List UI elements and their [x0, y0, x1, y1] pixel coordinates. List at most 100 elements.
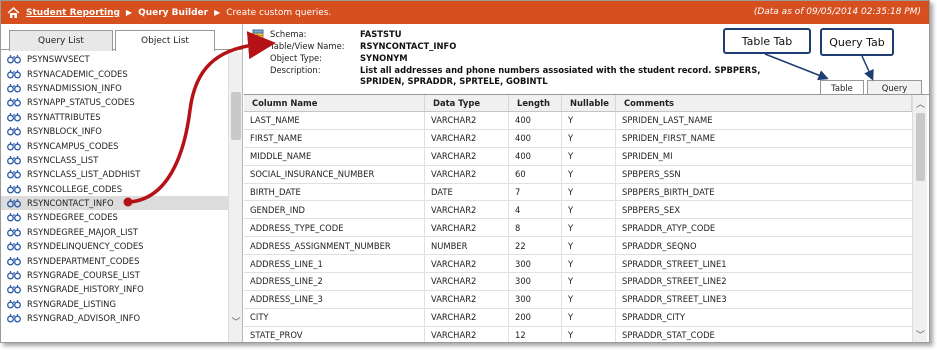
cell-column-name: MIDDLE_NAME	[244, 147, 425, 165]
cell-nullable: Y	[562, 237, 616, 255]
object-list-item[interactable]: RSYNCLASS_LIST	[1, 153, 228, 167]
object-list-item[interactable]: RSYNACADEMIC_CODES	[1, 66, 228, 80]
object-list-item[interactable]: RSYNAPP_STATUS_CODES	[1, 95, 228, 109]
object-list-item-label: RSYNGRADE_COURSE_LIST	[27, 270, 140, 281]
object-list-item[interactable]: RSYNCAMPUS_CODES	[1, 138, 228, 152]
cell-column-name: LAST_NAME	[244, 112, 425, 129]
breadcrumb-separator-icon: ▶	[125, 8, 133, 17]
scrollbar-thumb[interactable]	[231, 92, 241, 140]
tab-query-list[interactable]: Query List	[9, 30, 113, 51]
object-list-scrollbar[interactable]: ︿ ﹀	[228, 52, 243, 342]
object-list-item-label: RSYNDEGREE_MAJOR_LIST	[27, 226, 138, 237]
table-row[interactable]: BIRTH_DATE DATE 7 Y SPBPERS_BIRTH_DATE	[244, 183, 912, 202]
cell-comments: SPBPERS_SEX	[622, 204, 681, 215]
object-list-item[interactable]: RSYNDELINQUENCY_CODES	[1, 239, 228, 253]
header-length[interactable]: Length	[509, 95, 562, 111]
object-list-item[interactable]: RSYNGRAD_ADVISOR_INFO	[1, 311, 228, 325]
breadcrumb-separator-icon: ▶	[214, 8, 221, 17]
cell-nullable: Y	[562, 255, 616, 273]
header-column-name[interactable]: Column Name	[244, 95, 425, 111]
cell-length: 400	[509, 112, 562, 129]
header-data-type[interactable]: Data Type	[425, 95, 509, 111]
synonym-icon	[7, 271, 21, 280]
table-row[interactable]: STATE_PROV VARCHAR2 12 Y SPRADDR_STAT_CODE	[244, 326, 912, 342]
cell-nullable: Y	[562, 326, 616, 342]
object-list-item[interactable]: RSYNDEGREE_CODES	[1, 210, 228, 224]
database-icon	[252, 29, 264, 40]
scroll-down-icon[interactable]: ﹀	[913, 329, 928, 342]
home-icon[interactable]	[7, 6, 20, 19]
object-list-item[interactable]: RSYNADMISSION_INFO	[1, 81, 228, 95]
object-list-item[interactable]: RSYNDEPARTMENT_CODES	[1, 253, 228, 267]
tab-query[interactable]: Query	[867, 80, 922, 94]
object-list-item-label: PSYNSWVSECT	[27, 54, 90, 65]
synonym-icon	[7, 170, 21, 179]
callout-query-tab: Query Tab	[820, 28, 894, 56]
synonym-icon	[7, 199, 21, 208]
table-row[interactable]: FIRST_NAME VARCHAR2 400 Y SPRIDEN_FIRST_NAME	[244, 129, 912, 148]
object-list-item[interactable]: RSYNATTRIBUTES	[1, 110, 228, 124]
cell-comments: SPRIDEN_LAST_NAME	[622, 115, 713, 126]
cell-comments: SPRADDR_STREET_LINE2	[622, 276, 727, 287]
application-window: Student Reporting ▶ Query Builder ▶ Crea…	[0, 0, 930, 343]
tab-object-list[interactable]: Object List	[115, 30, 215, 51]
synonym-icon	[7, 213, 21, 222]
table-row[interactable]: ADDRESS_LINE_3 VARCHAR2 300 Y SPRADDR_STREET…	[244, 290, 912, 309]
table-row[interactable]: LAST_NAME VARCHAR2 400 Y SPRIDEN_LAST_NAME	[244, 112, 912, 130]
scroll-up-icon[interactable]: ︿	[913, 98, 928, 112]
table-row[interactable]: MIDDLE_NAME VARCHAR2 400 Y SPRIDEN_MI	[244, 147, 912, 166]
cell-nullable: Y	[562, 201, 616, 219]
cell-length: 400	[509, 129, 562, 147]
object-list-item[interactable]: RSYNDEGREE_MAJOR_LIST	[1, 225, 228, 239]
synonym-icon	[7, 112, 21, 122]
cell-column-name: STATE_PROV	[244, 326, 425, 342]
cell-column-name: ADDRESS_LINE_3	[244, 290, 425, 308]
table-row[interactable]: ADDRESS_LINE_2 VARCHAR2 300 Y SPRADDR_STREET…	[244, 273, 912, 291]
table-row[interactable]: ADDRESS_ASSIGNMENT_NUMBER NUMBER 22 Y SPRADD…	[244, 237, 912, 256]
scrollbar-thumb[interactable]	[916, 113, 925, 181]
grid-scrollbar[interactable]: ︿ ﹀	[912, 95, 928, 342]
header-nullable[interactable]: Nullable	[562, 95, 616, 111]
object-list-item[interactable]: RSYNBLOCK_INFO	[1, 124, 228, 138]
table-row[interactable]: ADDRESS_TYPE_CODE VARCHAR2 8 Y SPRADDR_ATYP_…	[244, 219, 912, 238]
page-description: Create custom queries.	[226, 7, 332, 18]
object-list-item[interactable]: RSYNCOLLEGE_CODES	[1, 182, 228, 196]
synonym-icon	[7, 256, 21, 266]
cell-comments: SPRADDR_CITY	[622, 312, 686, 323]
scroll-down-icon[interactable]: ﹀	[229, 316, 243, 330]
breadcrumb-student-reporting[interactable]: Student Reporting	[26, 8, 120, 18]
header-comments[interactable]: Comments	[616, 95, 912, 111]
object-list-item-label: RSYNCLASS_LIST_ADDHIST	[27, 169, 141, 180]
cell-comments: SPRADDR_STREET_LINE1	[622, 258, 727, 269]
cell-column-name: ADDRESS_LINE_2	[244, 273, 425, 290]
tab-table[interactable]: Table	[820, 80, 864, 94]
object-browser-panel: Query List Object List PSYNSWVSECT RSYNAC…	[1, 24, 243, 342]
synonym-icon	[7, 184, 21, 194]
object-list-item-label: RSYNCLASS_LIST	[27, 154, 99, 165]
schema-label: Schema:	[270, 29, 307, 39]
object-list-item[interactable]: RSYNCONTACT_INFO	[1, 195, 228, 211]
cell-data-type: VARCHAR2	[425, 129, 509, 147]
cell-length: 400	[509, 147, 562, 165]
cell-data-type: VARCHAR2	[425, 326, 509, 342]
object-list-item-label: RSYNCOLLEGE_CODES	[27, 183, 123, 194]
synonym-icon	[7, 227, 21, 237]
synonym-icon	[7, 299, 21, 309]
cell-data-type: VARCHAR2	[425, 165, 509, 183]
object-list-item[interactable]: RSYNGRADE_COURSE_LIST	[1, 268, 228, 282]
table-row[interactable]: SOCIAL_INSURANCE_NUMBER VARCHAR2 60 Y SPBPER…	[244, 165, 912, 184]
table-row[interactable]: CITY VARCHAR2 200 Y SPRADDR_CITY	[244, 308, 912, 327]
object-list-item-label: RSYNAPP_STATUS_CODES	[27, 97, 135, 108]
object-list-item[interactable]: RSYNCLASS_LIST_ADDHIST	[1, 167, 228, 181]
object-list-item[interactable]: RSYNGRADE_HISTORY_INFO	[1, 282, 228, 296]
object-list-item[interactable]: PSYNSWVSECT	[1, 52, 228, 66]
left-tab-strip: Query List Object List	[1, 30, 243, 51]
table-row[interactable]: GENDER_IND VARCHAR2 4 Y SPBPERS_SEX	[244, 201, 912, 220]
cell-comments: SPRADDR_ATYP_CODE	[622, 222, 716, 233]
cell-column-name: BIRTH_DATE	[244, 183, 425, 201]
grid-header: Column Name Data Type Length Nullable Co…	[244, 95, 912, 112]
object-list-item[interactable]: RSYNGRADE_LISTING	[1, 297, 228, 311]
table-row[interactable]: ADDRESS_LINE_1 VARCHAR2 300 Y SPRADDR_STREET…	[244, 255, 912, 274]
breadcrumb-query-builder: Query Builder	[138, 7, 209, 18]
cell-data-type: VARCHAR2	[425, 308, 509, 326]
